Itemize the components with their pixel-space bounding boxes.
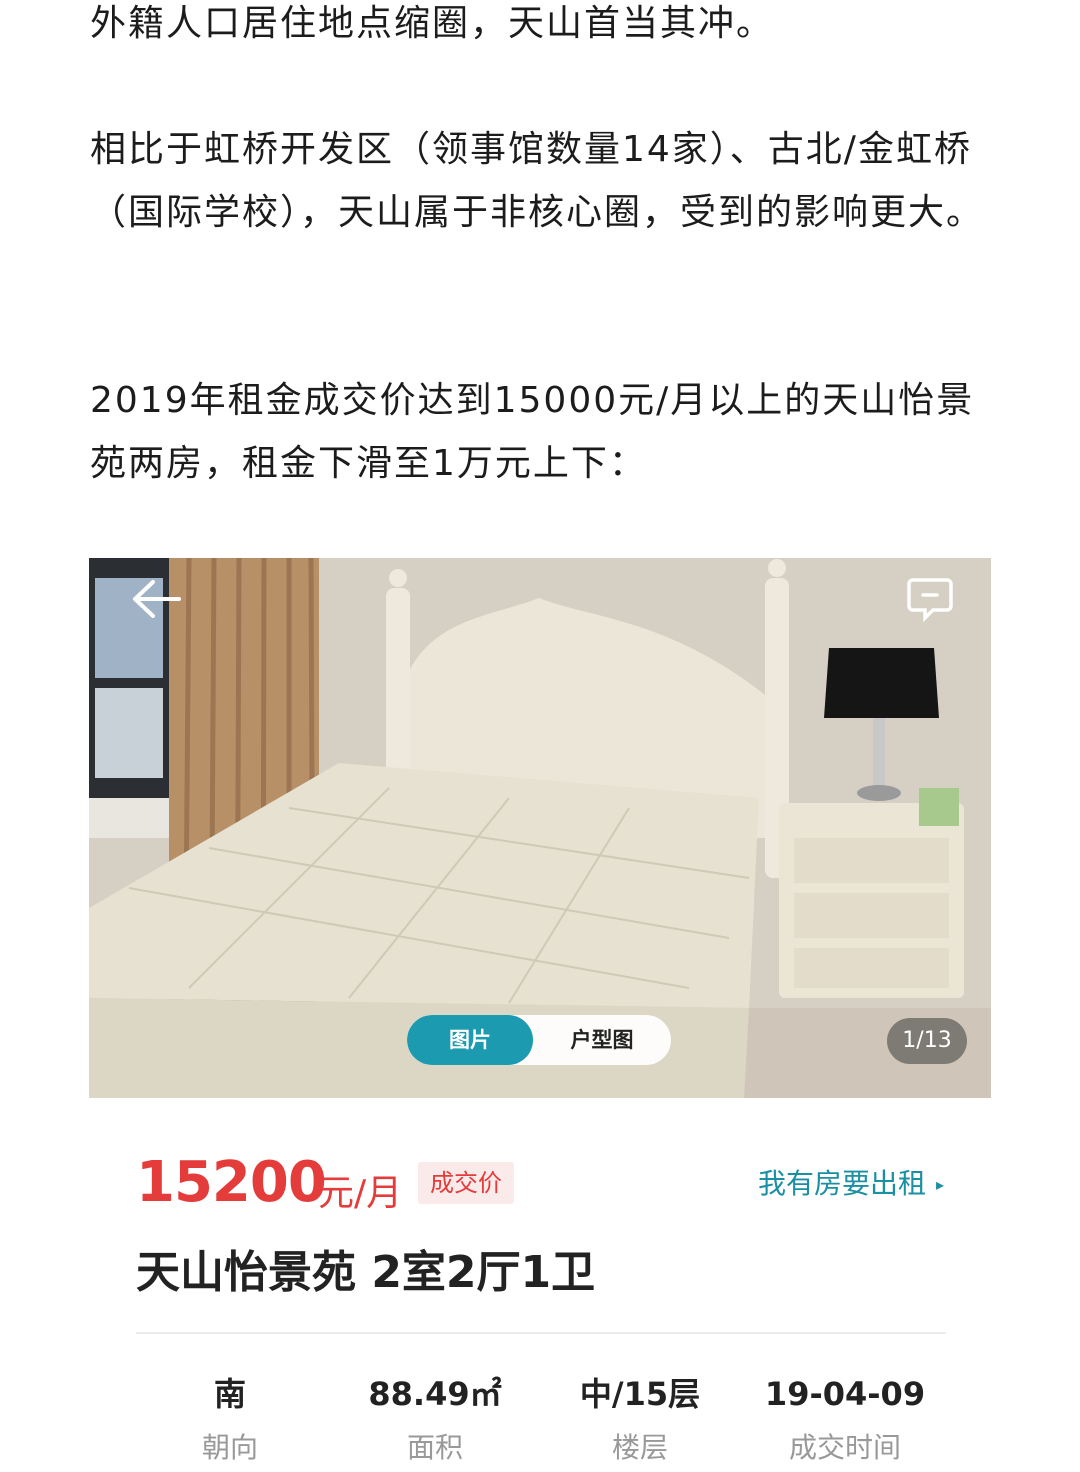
divider [136,1332,946,1334]
back-button[interactable] [129,576,185,622]
price-value: 15200 [136,1150,327,1215]
stat-value: 中/15层 [579,1375,701,1413]
stat-area: 88.49㎡ 面积 [335,1372,535,1466]
listing-title: 天山怡景苑 2室2厅1卫 [136,1247,596,1298]
stat-label: 面积 [406,1431,463,1464]
stat-orientation: 南 朝向 [130,1372,330,1466]
caret-right-icon: ▸ [935,1175,944,1194]
chat-button[interactable] [905,574,955,624]
tab-floor-plan[interactable]: 户型图 [533,1015,671,1065]
stat-value: 19-04-09 [764,1375,926,1413]
article-paragraph-1: 外籍人口居住地点缩圈，天山首当其冲。 [90,3,775,44]
list-property-link-label: 我有房要出租 [757,1167,926,1200]
stat-floor: 中/15层 楼层 [540,1372,740,1466]
price-type-badge: 成交价 [418,1162,514,1204]
stat-label: 楼层 [611,1431,668,1464]
tab-photos[interactable]: 图片 [407,1015,533,1065]
stat-value: 南 [213,1375,246,1413]
stat-label: 朝向 [201,1431,258,1464]
photo-counter: 1/13 [887,1018,967,1064]
listing-stats: 南 朝向 88.49㎡ 面积 中/15层 楼层 19-04-09 成交时间 [130,1372,950,1472]
stat-deal-date: 19-04-09 成交时间 [745,1372,945,1466]
stat-value: 88.49㎡ [368,1375,502,1413]
listing-photo[interactable]: 图片 户型图 1/13 [89,558,991,1098]
article-paragraph-2: 相比于虹桥开发区（领事馆数量14家）、古北/金虹桥（国际学校），天山属于非核心圈… [90,129,985,233]
article-paragraph-3: 2019年租金成交价达到15000元/月以上的天山怡景苑两房，租金下滑至1万元上… [90,380,975,484]
price-row: 15200 元/月 成交价 我有房要出租 ▸ [136,1150,956,1220]
price-unit: 元/月 [318,1173,403,1214]
chat-icon [907,578,953,623]
list-property-link[interactable]: 我有房要出租 ▸ [758,1162,944,1202]
photo-tab-switcher: 图片 户型图 [407,1015,671,1065]
stat-label: 成交时间 [788,1431,901,1464]
back-arrow-icon [133,580,181,618]
